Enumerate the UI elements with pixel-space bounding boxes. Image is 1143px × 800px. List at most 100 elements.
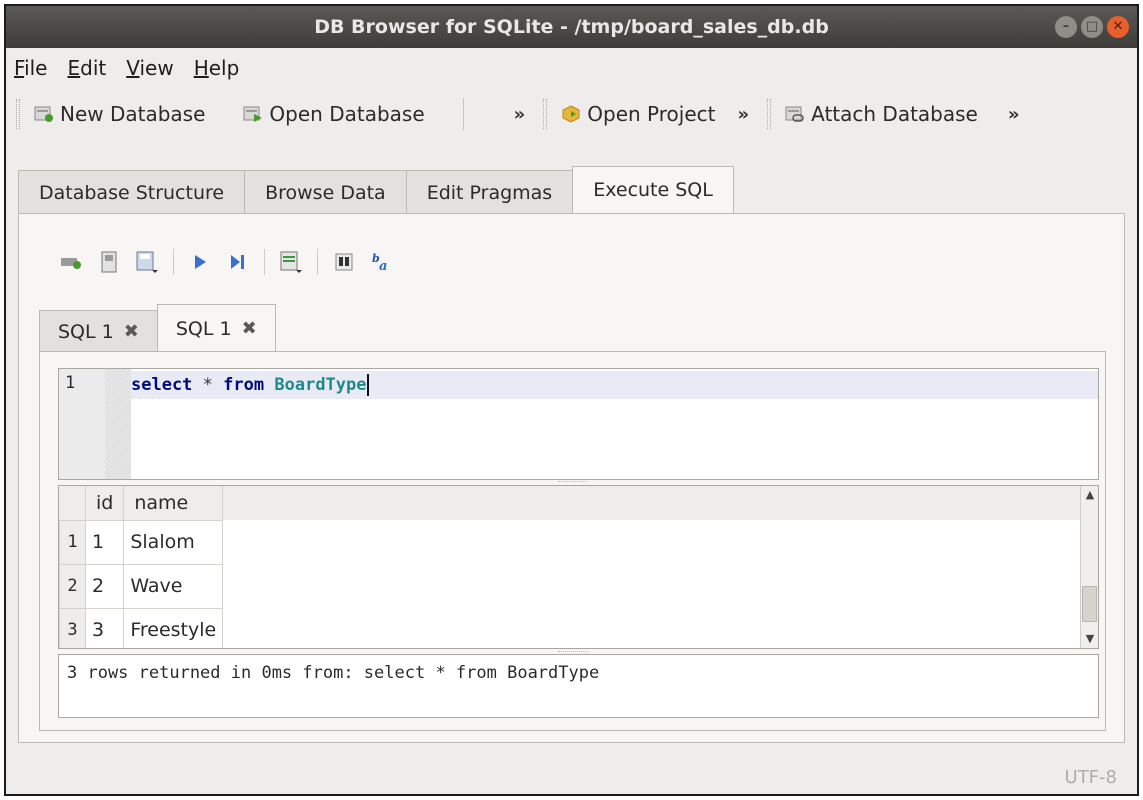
sql-toolbar-separator (317, 249, 318, 275)
menu-bar: File Edit View Help (6, 48, 1137, 88)
row-number[interactable]: 1 (59, 519, 86, 565)
cell-id[interactable]: 3 (84, 607, 125, 648)
cell-id[interactable]: 1 (84, 519, 125, 565)
text-caret (366, 374, 369, 396)
cell-name[interactable]: Freestyle (123, 607, 224, 648)
window-controls: – □ ✕ (1055, 16, 1129, 38)
table-row[interactable]: 1 1 Slalom (59, 519, 224, 565)
column-header-id[interactable]: id (85, 486, 125, 520)
open-project-icon (562, 105, 580, 123)
row-number[interactable]: 3 (59, 607, 86, 648)
toolbar-separator (462, 98, 464, 130)
tab-database-structure[interactable]: Database Structure (18, 170, 246, 214)
toolbar-grip[interactable] (543, 99, 548, 129)
sql-tab-label: SQL 1 (58, 320, 114, 343)
menu-help[interactable]: Help (194, 56, 240, 80)
sql-tab-label: SQL 1 (175, 317, 232, 340)
open-tab-icon[interactable] (59, 250, 83, 274)
save-results-icon[interactable] (279, 250, 303, 274)
main-tab-bar: Database Structure Browse Data Edit Prag… (18, 166, 734, 214)
open-project-button[interactable]: Open Project (561, 102, 715, 126)
sql-toolbar: ba (59, 244, 394, 280)
corner-cell[interactable] (59, 486, 86, 520)
save-sql-file-icon[interactable] (135, 250, 159, 274)
menu-help-rest: elp (208, 56, 240, 80)
app-window: DB Browser for SQLite - /tmp/board_sales… (4, 4, 1139, 796)
minimize-icon[interactable]: – (1055, 16, 1077, 38)
attach-database-icon (785, 106, 804, 122)
menu-file-rest: ile (24, 56, 48, 80)
query-message-pane: 3 rows returned in 0ms from: select * fr… (58, 654, 1099, 718)
sql-tab-active[interactable]: SQL 1 ✖ (156, 304, 276, 352)
execute-all-icon[interactable] (188, 250, 212, 274)
title-bar[interactable]: DB Browser for SQLite - /tmp/board_sales… (6, 6, 1137, 48)
toolbar-grip[interactable] (767, 99, 772, 129)
table-row[interactable]: 3 3 Freestyle (59, 607, 224, 648)
menu-help-mnemonic: H (193, 56, 209, 80)
toolbar-overflow-button[interactable]: » (737, 104, 749, 125)
current-line[interactable]: select * from BoardType (131, 371, 1098, 399)
menu-edit[interactable]: Edit (67, 56, 106, 80)
header-row: id name (59, 486, 224, 520)
open-database-button[interactable]: Open Database (243, 102, 425, 126)
fold-margin (105, 369, 131, 479)
main-toolbar: New Database Open Database » Open Projec… (6, 88, 1137, 140)
line-number: 1 (65, 373, 76, 393)
sql-tab-bar: SQL 1 ✖ SQL 1 ✖ (39, 304, 276, 352)
menu-file-mnemonic: F (14, 56, 25, 80)
sql-toolbar-separator (264, 249, 265, 275)
new-database-button[interactable]: New Database (34, 102, 205, 126)
attach-database-button[interactable]: Attach Database (785, 102, 978, 126)
sql-keyword-from: from (223, 375, 265, 395)
scroll-up-icon[interactable]: ▲ (1081, 486, 1098, 504)
execute-sql-pane: ba SQL 1 ✖ SQL 1 ✖ 1 select * from Board… (18, 213, 1125, 743)
new-database-label: New Database (60, 102, 206, 126)
new-database-icon (34, 106, 53, 122)
query-message: 3 rows returned in 0ms from: select * fr… (67, 663, 600, 683)
sql-tab-content: 1 select * from BoardType id name 1 1 Sl… (39, 351, 1106, 731)
menu-view-mnemonic: V (126, 56, 140, 80)
toolbar-overflow-button[interactable]: » (1008, 104, 1020, 125)
open-database-label: Open Database (269, 102, 425, 126)
attach-database-label: Attach Database (811, 102, 978, 126)
scroll-thumb[interactable] (1082, 586, 1097, 622)
cell-name[interactable]: Wave (123, 563, 224, 609)
results-table: id name 1 1 Slalom 2 2 Wave 3 3 Freestyl… (59, 486, 224, 648)
vertical-scrollbar[interactable]: ▲ ▼ (1080, 486, 1098, 648)
menu-view[interactable]: View (126, 56, 173, 80)
table-row[interactable]: 2 2 Wave (59, 563, 224, 609)
column-header-name[interactable]: name (123, 486, 224, 520)
menu-edit-mnemonic: E (67, 56, 81, 80)
tab-edit-pragmas[interactable]: Edit Pragmas (405, 170, 574, 214)
close-icon[interactable]: ✕ (1107, 16, 1129, 38)
close-tab-icon[interactable]: ✖ (124, 311, 139, 353)
maximize-icon[interactable]: □ (1081, 16, 1103, 38)
menu-edit-rest: dit (80, 56, 107, 80)
open-sql-file-icon[interactable] (97, 250, 121, 274)
cell-id[interactable]: 2 (84, 563, 125, 609)
sql-toolbar-separator (173, 249, 174, 275)
sql-identifier-table: BoardType (274, 375, 367, 395)
window-title: DB Browser for SQLite - /tmp/board_sales… (314, 16, 829, 38)
cell-name[interactable]: Slalom (123, 519, 224, 565)
open-database-icon (243, 106, 263, 122)
close-tab-icon[interactable]: ✖ (242, 308, 257, 350)
find-replace-icon[interactable]: ba (370, 250, 394, 274)
menu-file[interactable]: File (14, 56, 47, 80)
editor-results-splitter[interactable] (557, 481, 588, 484)
tab-execute-sql[interactable]: Execute SQL (572, 166, 734, 214)
sql-editor[interactable]: 1 select * from BoardType (58, 368, 1099, 480)
sql-keyword-select: select (131, 375, 193, 395)
execute-line-icon[interactable] (226, 250, 250, 274)
sql-tab[interactable]: SQL 1 ✖ (39, 310, 158, 352)
tab-browse-data[interactable]: Browse Data (244, 170, 407, 214)
find-text-icon[interactable] (332, 250, 356, 274)
row-number[interactable]: 2 (59, 563, 86, 609)
results-grid[interactable]: id name 1 1 Slalom 2 2 Wave 3 3 Freestyl… (58, 485, 1099, 649)
svg-text:a: a (379, 259, 387, 272)
menu-view-rest: iew (139, 56, 174, 80)
scroll-down-icon[interactable]: ▼ (1081, 630, 1098, 648)
encoding-status: UTF-8 (1064, 767, 1117, 788)
toolbar-grip[interactable] (16, 99, 20, 129)
toolbar-overflow-button[interactable]: » (514, 104, 526, 125)
